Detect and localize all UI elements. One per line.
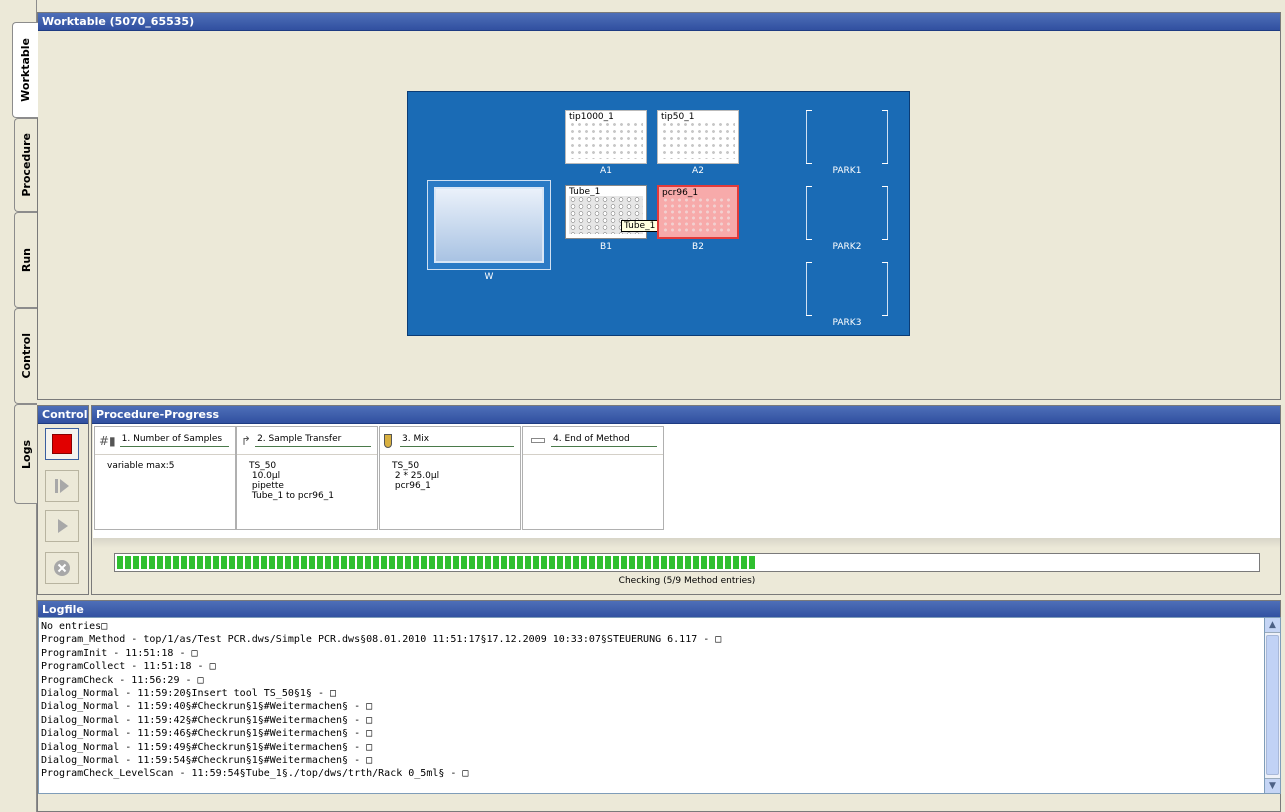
play-icon: [58, 519, 68, 533]
position-label-a1: A1: [600, 166, 612, 176]
position-label-w: W: [484, 272, 494, 282]
log-line: Dialog_Normal - 11:59:49§#Checkrun§1§#We…: [41, 741, 373, 753]
procedure-step-3[interactable]: 3. Mix TS_50 2 * 25.0µl pcr96_1: [379, 426, 521, 530]
step-1-body: variable max:5: [107, 461, 175, 471]
scroll-up-icon[interactable]: ▲: [1265, 618, 1280, 633]
procedure-progress-title: Procedure-Progress: [92, 406, 1280, 424]
position-label-b2: B2: [692, 242, 704, 252]
rack-tube[interactable]: Tube_1 Tube_1: [565, 185, 659, 239]
stop-icon: [52, 434, 72, 454]
end-method-icon: [531, 438, 545, 443]
step-4-body: [523, 455, 663, 467]
sample-count-icon: #▮: [99, 433, 116, 448]
stop-button[interactable]: [45, 428, 79, 460]
procedure-step-1[interactable]: #▮ 1. Number of Samples variable max:5: [94, 426, 236, 530]
position-label-a2: A2: [692, 166, 704, 176]
plate-pcr96[interactable]: pcr96_1: [657, 185, 739, 239]
scroll-down-icon[interactable]: ▼: [1265, 778, 1280, 793]
cancel-button[interactable]: [45, 552, 79, 584]
cancel-icon: [54, 560, 70, 576]
plate-tip1000[interactable]: tip1000_1: [565, 110, 647, 164]
position-label-park3: PARK3: [832, 318, 862, 328]
park-slot-2[interactable]: [806, 186, 888, 240]
progress-status: Checking (5/9 Method entries): [618, 576, 756, 586]
log-line: ProgramCheck - 11:56:29 - □: [41, 674, 204, 686]
tab-logs[interactable]: Logs: [14, 404, 37, 504]
mix-tube-icon: [384, 433, 392, 448]
worktable-deck: W tip1000_1 A1 tip50_1 A2 Tube_1 Tube_1 …: [407, 91, 910, 336]
park-slot-1[interactable]: [806, 110, 888, 164]
step-3-label: 3. Mix: [400, 434, 514, 447]
step-play-icon: [55, 479, 69, 493]
scroll-thumb[interactable]: [1266, 635, 1279, 775]
position-label-b1: B1: [600, 242, 612, 252]
trough-w[interactable]: [427, 180, 551, 270]
tab-procedure-label: Procedure: [19, 133, 33, 197]
tab-control-label: Control: [19, 333, 33, 379]
log-line: Dialog_Normal - 11:59:40§#Checkrun§1§#We…: [41, 701, 373, 713]
play-button[interactable]: [45, 510, 79, 542]
logfile-scrollbar[interactable]: ▲ ▼: [1264, 617, 1281, 794]
vertical-tab-strip: Worktable Procedure Run Control Logs: [0, 0, 38, 812]
procedure-step-4[interactable]: 4. End of Method: [522, 426, 664, 530]
plate-tip50[interactable]: tip50_1: [657, 110, 739, 164]
step-1-label: 1. Number of Samples: [119, 434, 229, 447]
position-label-park1: PARK1: [832, 166, 862, 176]
steps-scroll-divider: [93, 538, 1280, 548]
position-label-park2: PARK2: [832, 242, 862, 252]
procedure-step-2[interactable]: ↱ 2. Sample Transfer TS_50 10.0µl pipette…: [236, 426, 378, 530]
step-forward-button[interactable]: [45, 470, 79, 502]
logfile-text[interactable]: No entries□ Program_Method - top/1/as/Te…: [38, 617, 1265, 794]
step-2-body: TS_50 10.0µl pipette Tube_1 to pcr96_1: [249, 461, 334, 501]
step-4-label: 4. End of Method: [551, 434, 657, 447]
log-line: Program_Method - top/1/as/Test PCR.dws/S…: [41, 634, 722, 646]
log-line: Dialog_Normal - 11:59:46§#Checkrun§1§#We…: [41, 728, 373, 740]
log-line: Dialog_Normal - 11:59:42§#Checkrun§1§#We…: [41, 714, 373, 726]
park-slot-3[interactable]: [806, 262, 888, 316]
progress-bar: [114, 553, 1260, 572]
log-line: ProgramCheck_LevelScan - 11:59:54§Tube_1…: [41, 768, 469, 780]
tab-worktable[interactable]: Worktable: [12, 22, 38, 118]
log-line: Dialog_Normal - 11:59:20§Insert tool TS_…: [41, 688, 337, 700]
log-line: Dialog_Normal - 11:59:54§#Checkrun§1§#We…: [41, 755, 373, 767]
tube-tooltip: Tube_1: [621, 220, 659, 232]
tab-logs-label: Logs: [19, 439, 33, 469]
worktable-title: Worktable (5070_65535): [38, 13, 1280, 31]
step-3-body: TS_50 2 * 25.0µl pcr96_1: [392, 461, 440, 491]
step-2-label: 2. Sample Transfer: [255, 434, 371, 447]
tab-control[interactable]: Control: [14, 308, 37, 404]
log-line: ProgramInit - 11:51:18 - □: [41, 647, 198, 659]
tab-run[interactable]: Run: [14, 212, 37, 308]
control-title: Control: [38, 406, 88, 424]
log-line: No entries□: [41, 621, 108, 632]
tab-procedure[interactable]: Procedure: [14, 118, 37, 212]
tab-worktable-label: Worktable: [19, 38, 32, 102]
pipette-icon: ↱: [241, 433, 252, 448]
tab-run-label: Run: [19, 247, 33, 273]
log-line: ProgramCollect - 11:51:18 - □: [41, 661, 216, 673]
progress-bar-fill: [117, 556, 756, 569]
